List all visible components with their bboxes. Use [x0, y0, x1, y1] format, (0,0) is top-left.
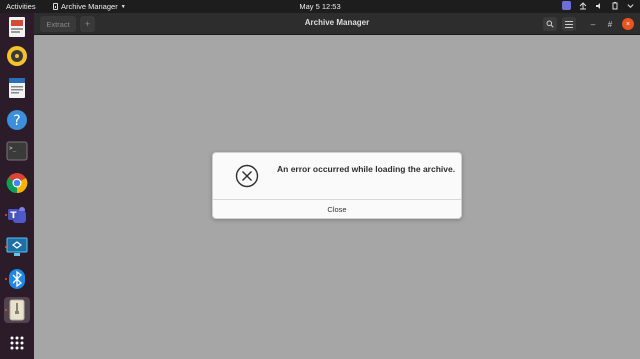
minimize-button[interactable]: – — [587, 18, 599, 30]
dock-bluetooth[interactable] — [4, 266, 30, 292]
svg-text:T: T — [10, 211, 17, 221]
terminal-prompt: >_ — [9, 145, 17, 152]
dock-terminal[interactable]: >_ — [4, 138, 30, 164]
dock-writer[interactable] — [4, 75, 30, 101]
error-icon — [235, 164, 259, 188]
top-bar: Activities Archive Manager ▼ May 5 12:53 — [0, 0, 640, 13]
error-dialog: An error occurred while loading the arch… — [212, 152, 462, 219]
dock-show-apps[interactable] — [4, 330, 30, 356]
dock-teams[interactable]: T — [4, 202, 30, 228]
network-icon[interactable] — [579, 1, 587, 10]
volume-icon[interactable] — [595, 2, 603, 10]
show-apps-icon — [10, 336, 24, 350]
error-message: An error occurred while loading the arch… — [277, 164, 456, 174]
rhythmbox-icon — [7, 46, 27, 66]
maximize-button[interactable]: # — [604, 18, 616, 30]
libreoffice-impress-icon — [9, 17, 25, 37]
libreoffice-writer-icon — [9, 78, 25, 98]
battery-icon[interactable] — [611, 1, 619, 10]
main-menu-button[interactable] — [562, 17, 576, 31]
running-indicator — [5, 246, 7, 248]
search-icon — [546, 20, 554, 28]
dock-archive-manager[interactable] — [4, 297, 30, 323]
help-icon: ? — [7, 110, 27, 130]
clock[interactable]: May 5 12:53 — [0, 2, 640, 11]
search-button[interactable] — [543, 17, 557, 31]
archive-manager-icon — [9, 299, 25, 321]
remote-desktop-icon — [6, 237, 28, 256]
running-indicator — [5, 214, 7, 216]
running-indicator — [5, 309, 7, 311]
system-tray[interactable] — [562, 1, 634, 10]
dock-help[interactable]: ? — [4, 107, 30, 133]
header-bar: Extract + Archive Manager – # × — [34, 13, 640, 35]
dock-impress[interactable] — [4, 14, 30, 40]
dock: ? >_ T — [0, 13, 34, 359]
terminal-icon: >_ — [6, 141, 28, 161]
bluetooth-icon — [9, 269, 25, 289]
power-menu-icon[interactable] — [627, 2, 634, 9]
hamburger-menu-icon — [565, 20, 573, 28]
close-window-button[interactable]: × — [622, 18, 634, 30]
close-button[interactable]: Close — [213, 200, 461, 219]
chrome-icon — [6, 173, 28, 194]
dock-remote-desktop[interactable] — [4, 234, 30, 260]
teams-icon: T — [8, 207, 26, 223]
dock-chrome[interactable] — [4, 170, 30, 196]
dock-rhythmbox[interactable] — [4, 43, 30, 69]
svg-text:?: ? — [13, 113, 20, 129]
teams-tray-icon[interactable] — [562, 1, 571, 10]
running-indicator — [5, 278, 7, 280]
